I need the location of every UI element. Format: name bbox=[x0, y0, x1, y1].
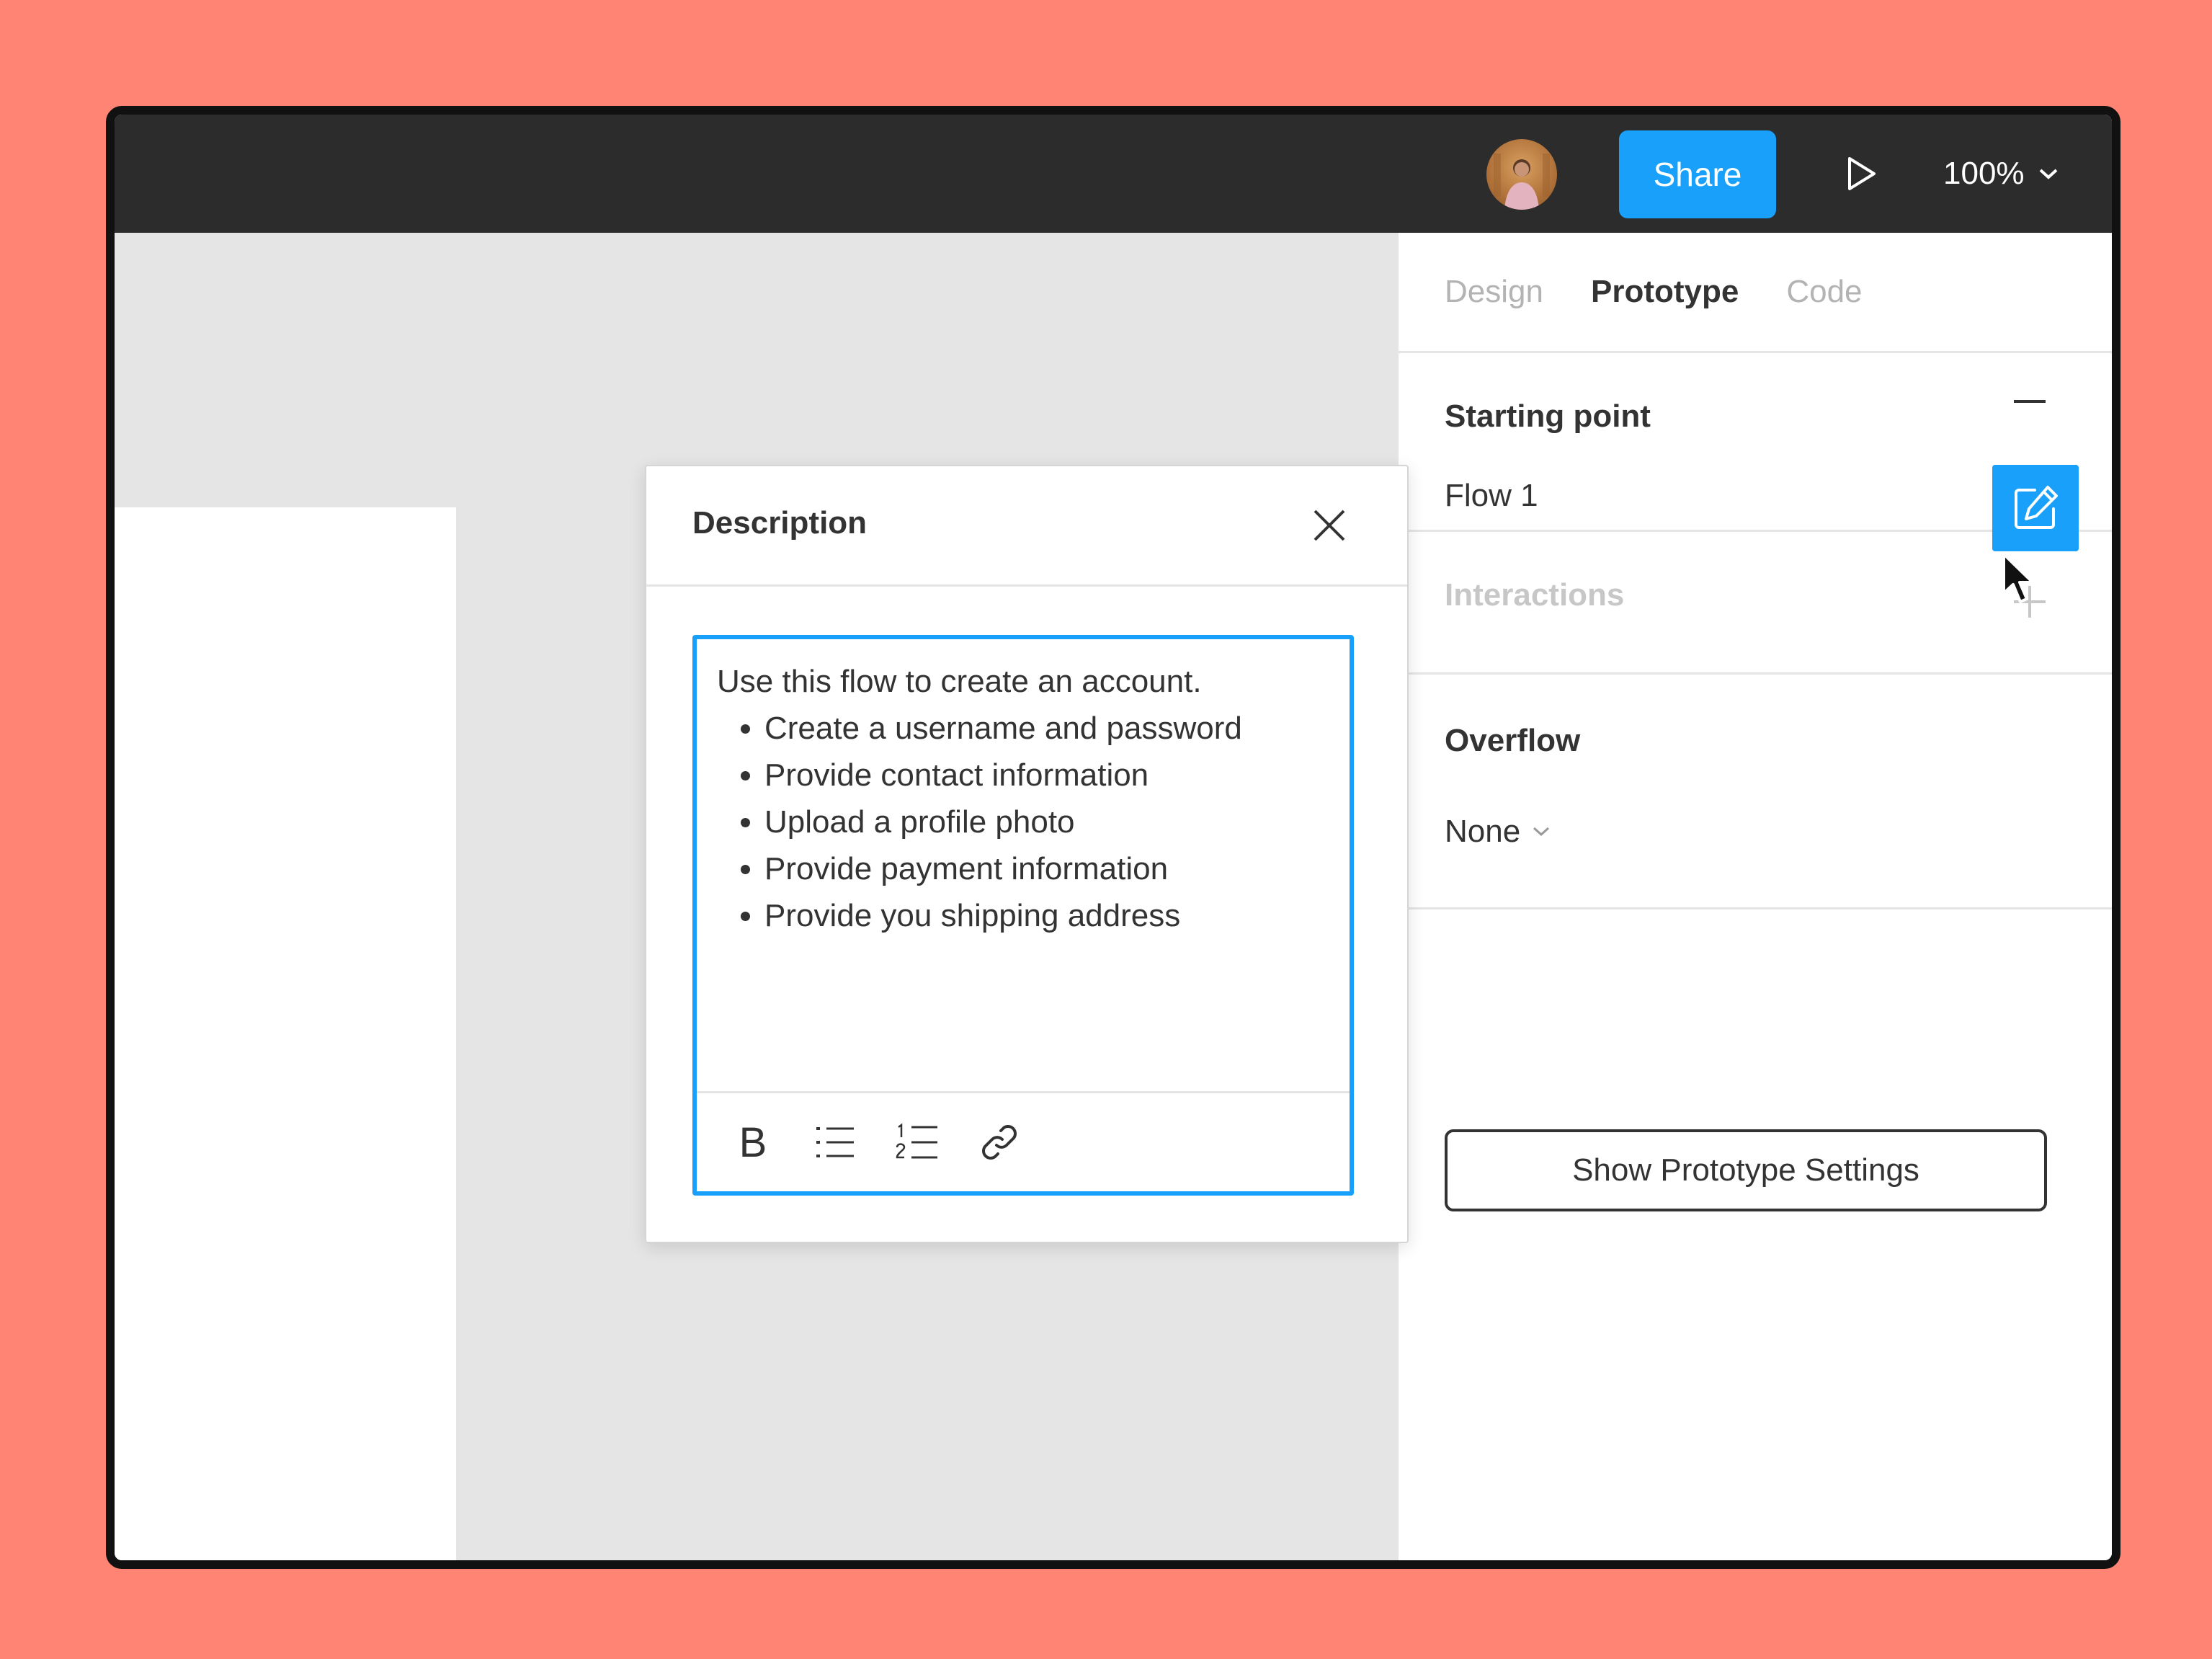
description-editor[interactable]: Use this flow to create an account. Crea… bbox=[692, 635, 1354, 1196]
top-toolbar: Share 100% bbox=[115, 115, 2112, 233]
link-button[interactable] bbox=[976, 1119, 1022, 1165]
bold-button[interactable]: B bbox=[730, 1118, 776, 1166]
interactions-title: Interactions bbox=[1445, 577, 1625, 613]
app-window: Share 100% Design Prototype Code Startin… bbox=[106, 106, 2120, 1569]
panel-tabs: Design Prototype Code bbox=[1399, 233, 2112, 353]
zoom-dropdown[interactable]: 100% bbox=[1943, 145, 2059, 203]
starting-point-title: Starting point bbox=[1445, 399, 1651, 434]
editor-content[interactable]: Use this flow to create an account. Crea… bbox=[717, 658, 1332, 939]
list-item: Provide contact information bbox=[764, 752, 1332, 799]
zoom-value: 100% bbox=[1943, 156, 2025, 191]
description-dialog: Description Use this flow to create an a… bbox=[645, 465, 1409, 1243]
close-icon[interactable] bbox=[1308, 504, 1351, 547]
flow-name: Flow 1 bbox=[1445, 478, 1538, 513]
minus-icon[interactable] bbox=[2008, 380, 2051, 423]
list-item: Create a username and password bbox=[764, 705, 1332, 752]
user-avatar[interactable] bbox=[1486, 139, 1557, 210]
link-icon bbox=[982, 1125, 1017, 1160]
numbered-list-button[interactable] bbox=[894, 1119, 940, 1165]
editor-toolbar: B bbox=[697, 1091, 1350, 1191]
list-item: Provide payment information bbox=[764, 845, 1332, 892]
play-icon bbox=[1848, 157, 1876, 190]
tab-code[interactable]: Code bbox=[1786, 274, 1862, 310]
share-button[interactable]: Share bbox=[1619, 130, 1776, 218]
bold-icon: B bbox=[739, 1118, 767, 1166]
overflow-value: None bbox=[1445, 814, 1521, 849]
tab-design[interactable]: Design bbox=[1445, 274, 1543, 310]
list-item: Provide you shipping address bbox=[764, 892, 1332, 939]
chevron-down-icon bbox=[1533, 827, 1550, 837]
editor-intro: Use this flow to create an account. bbox=[717, 664, 1202, 699]
cursor-icon bbox=[2002, 553, 2034, 603]
dialog-title: Description bbox=[692, 505, 868, 541]
bullet-list-button[interactable] bbox=[812, 1119, 858, 1165]
dialog-header: Description bbox=[646, 466, 1407, 587]
chevron-down-icon bbox=[2039, 169, 2057, 179]
tab-prototype[interactable]: Prototype bbox=[1591, 274, 1739, 310]
bullet-list-icon bbox=[816, 1127, 854, 1157]
canvas-frame[interactable] bbox=[115, 507, 456, 1560]
overflow-title: Overflow bbox=[1445, 723, 1581, 758]
overflow-dropdown[interactable]: None bbox=[1445, 814, 1551, 850]
edit-description-button[interactable] bbox=[1992, 465, 2079, 551]
list-item: Upload a profile photo bbox=[764, 799, 1332, 845]
show-prototype-settings-button[interactable]: Show Prototype Settings bbox=[1445, 1129, 2047, 1211]
avatar-person-icon bbox=[1494, 154, 1550, 210]
properties-panel: Design Prototype Code Starting point Flo… bbox=[1399, 233, 2112, 1560]
present-button[interactable] bbox=[1833, 145, 1891, 203]
overflow-section: Overflow None bbox=[1399, 672, 2112, 909]
editor-bullet-list: Create a username and password Provide c… bbox=[717, 705, 1332, 939]
numbered-list-icon bbox=[896, 1123, 937, 1159]
edit-icon bbox=[2015, 486, 2058, 529]
